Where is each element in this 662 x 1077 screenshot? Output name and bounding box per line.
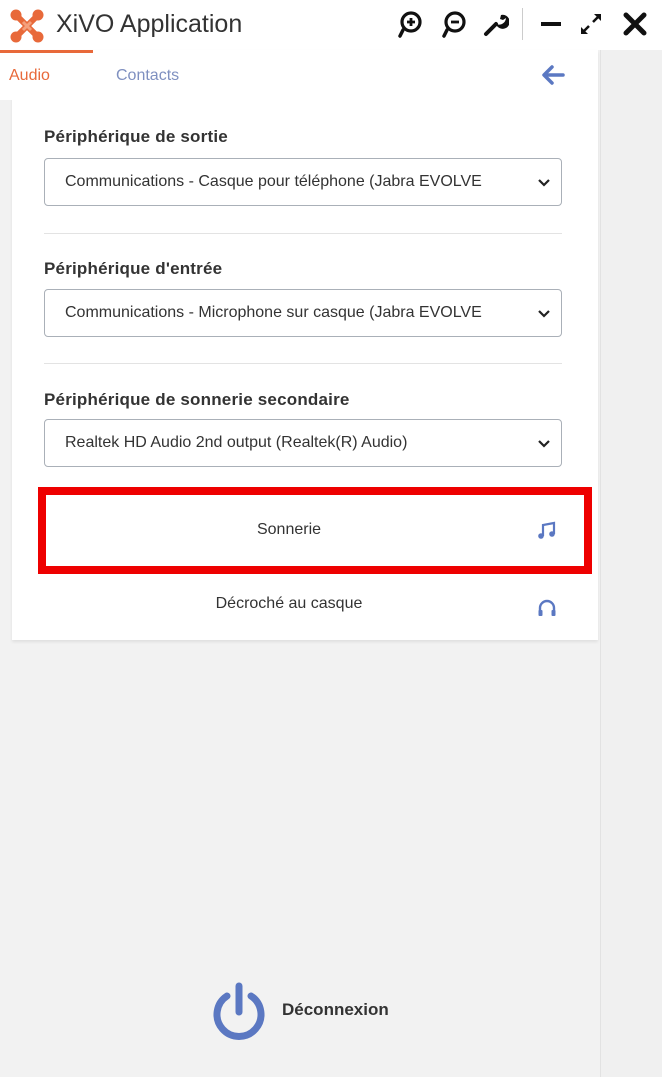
ring-device-label: Périphérique de sonnerie secondaire (44, 390, 350, 409)
chevron-down-icon (538, 179, 550, 187)
output-device-select[interactable]: Communications - Casque pour téléphone (… (44, 158, 562, 206)
titlebar-separator (522, 8, 523, 40)
tab-contacts-label: Contacts (116, 67, 180, 84)
divider (44, 363, 562, 364)
headphones-icon (538, 599, 556, 616)
input-device-value: Communications - Microphone sur casque (… (65, 304, 482, 321)
minimize-icon[interactable] (536, 8, 566, 40)
divider (44, 233, 562, 234)
tab-audio[interactable]: Audio (0, 50, 93, 100)
input-device-select[interactable]: Communications - Microphone sur casque (… (44, 289, 562, 337)
ringtone-button[interactable]: Sonnerie (44, 500, 562, 560)
wrench-icon[interactable] (480, 8, 510, 40)
headset-answer-button[interactable]: Décroché au casque (44, 576, 562, 636)
output-device-value: Communications - Casque pour téléphone (… (65, 173, 482, 190)
power-icon (213, 982, 265, 1040)
back-arrow-icon[interactable] (538, 60, 568, 90)
input-device-label: Périphérique d'entrée (44, 259, 223, 278)
close-icon[interactable] (620, 8, 650, 40)
app-title: XiVO Application (56, 10, 243, 38)
xivo-logo-icon (10, 9, 44, 43)
chevron-down-icon (538, 310, 550, 318)
ring-device-value: Realtek HD Audio 2nd output (Realtek(R) … (65, 434, 408, 451)
zoom-out-icon[interactable] (440, 8, 470, 40)
output-device-label: Périphérique de sortie (44, 127, 228, 146)
tab-audio-label: Audio (9, 67, 50, 84)
side-strip (600, 50, 662, 1077)
music-note-icon (538, 521, 556, 539)
headset-answer-label: Décroché au casque (215, 595, 363, 612)
chevron-down-icon (538, 440, 550, 448)
tab-contacts[interactable]: Contacts (93, 50, 213, 100)
ring-device-select[interactable]: Realtek HD Audio 2nd output (Realtek(R) … (44, 419, 562, 467)
logout-button[interactable]: Déconnexion (210, 980, 430, 1042)
ringtone-label: Sonnerie (256, 521, 322, 538)
logout-label: Déconnexion (282, 1000, 389, 1019)
title-bar: XiVO Application (0, 0, 662, 50)
expand-icon[interactable] (576, 8, 606, 40)
zoom-in-icon[interactable] (396, 8, 426, 40)
